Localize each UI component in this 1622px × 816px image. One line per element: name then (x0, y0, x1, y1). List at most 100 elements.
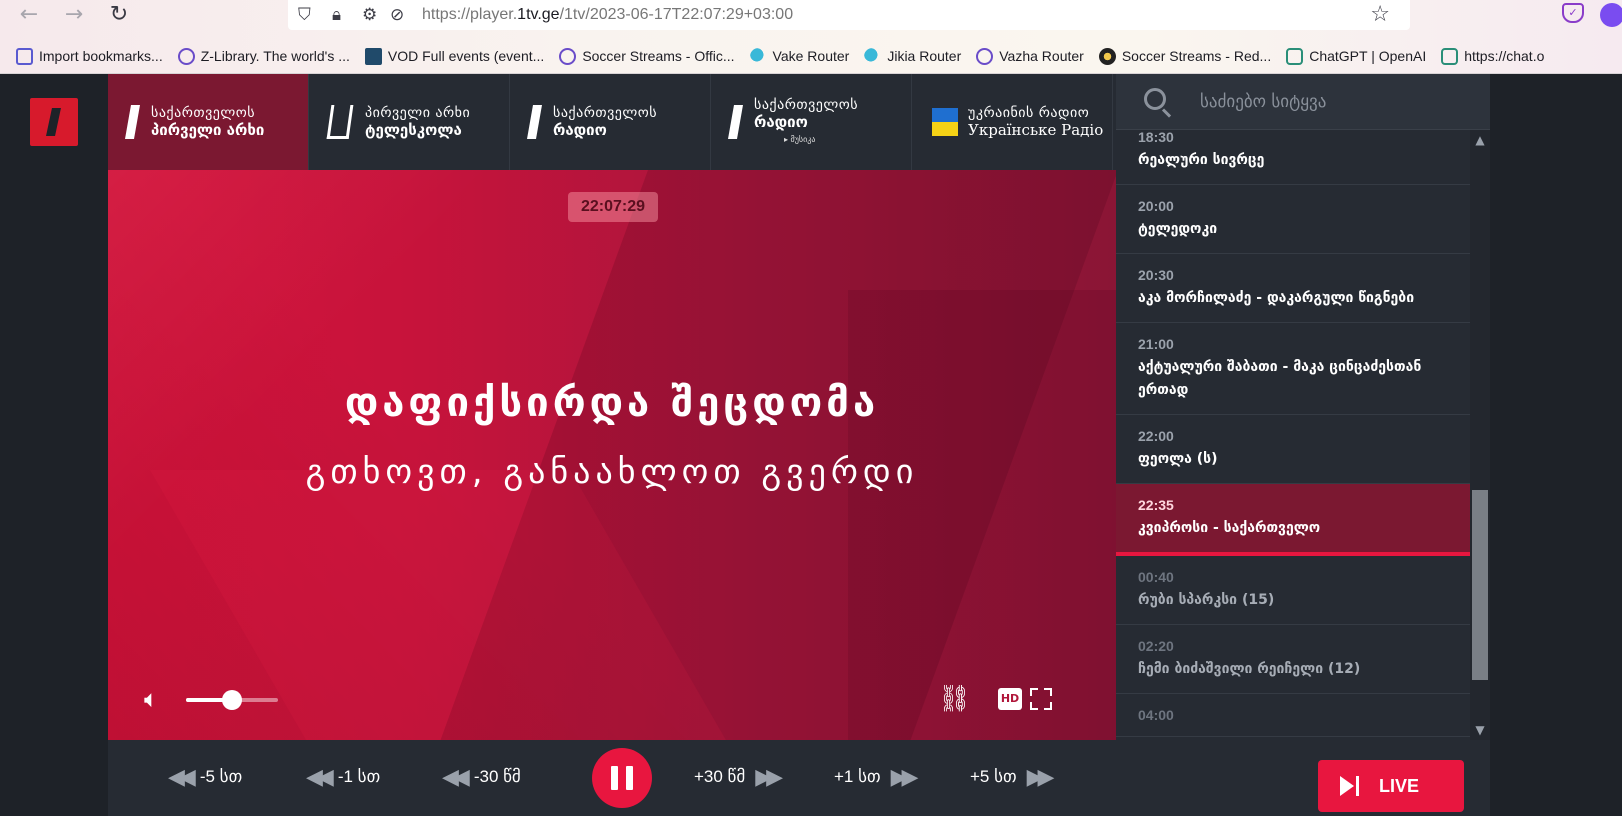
channel-tab-4[interactable]: უკრაინის რადიო Українське Радіо (912, 74, 1113, 170)
browser-toolbar: ← → ↻ ⛉ 🔒︎ ⚙︎ ⊘ https://player.1tv.ge/1t… (0, 0, 1622, 74)
program-item[interactable]: 22:00 ფეოლა (ს) (1116, 415, 1470, 484)
channel-tab-2[interactable]: საქართველოს რადიო (510, 74, 711, 170)
fast-forward-icon: ▶▶ (890, 764, 919, 789)
program-time: 22:00 (1138, 428, 1174, 444)
volume-icon[interactable]: 🔈︎ (144, 686, 170, 712)
channel-name-line1: საქართველოს (553, 105, 658, 121)
program-item[interactable]: 22:35 კვიპროსი - საქართველო (1116, 484, 1470, 556)
seek-back-1h-button[interactable]: ◀◀ -1 სთ (306, 760, 380, 794)
pause-button[interactable] (592, 748, 652, 808)
channel-name-line1: უკრაინის რადიო (968, 105, 1090, 121)
channel-logo-icon (527, 105, 542, 139)
error-title: დაფიქსირდა შეცდომა (344, 380, 880, 426)
forward-button[interactable]: → (61, 2, 87, 28)
channel-name-line2: ტელესკოლა (365, 121, 462, 139)
program-title: აკა მორჩილაძე - დაკარგული წიგნები (1138, 290, 1415, 306)
url-prefix: https://player. (422, 6, 518, 23)
scroll-thumb[interactable] (1472, 490, 1488, 680)
search-icon[interactable] (1142, 86, 1174, 118)
bookmark-item[interactable]: https://chat.o (1441, 47, 1545, 65)
program-time: 04:00 (1138, 707, 1174, 723)
channel-logo-icon (728, 105, 743, 139)
url-host: 1tv.ge (517, 6, 560, 23)
bookmark-item[interactable]: Import bookmarks... (16, 47, 163, 65)
url-text[interactable]: https://player.1tv.ge/1tv/2023-06-17T22:… (422, 4, 793, 26)
live-button[interactable]: LIVE (1318, 760, 1464, 812)
program-item[interactable]: 00:40 რუბი სპარკსი (15) (1116, 556, 1470, 625)
router-icon (749, 47, 767, 65)
globe-icon (976, 47, 994, 65)
shield-icon[interactable]: ⛉ (298, 4, 311, 26)
seek-label: +30 წმ (694, 767, 746, 786)
stream-clock: 22:07:29 (568, 192, 658, 222)
channel-name: უკრაინის რადიო Українське Радіо (968, 105, 1103, 139)
program-title: ტელედოკი (1138, 221, 1218, 237)
first-channel-logo[interactable] (30, 98, 78, 146)
schedule-scrollbar[interactable]: ▲ ▼ (1470, 130, 1490, 740)
seek-label: -1 სთ (337, 767, 381, 786)
bookmark-item[interactable]: Vazha Router (976, 47, 1084, 65)
permissions-icon[interactable]: ⚙︎ (362, 4, 377, 26)
ball-icon (1098, 47, 1116, 65)
back-button[interactable]: ← (16, 2, 42, 28)
scroll-down-icon[interactable]: ▼ (1470, 720, 1490, 740)
bookmark-label: https://chat.o (1464, 48, 1545, 64)
bookmark-item[interactable]: Soccer Streams - Offic... (559, 47, 735, 65)
program-time: 22:35 (1138, 497, 1174, 513)
program-item[interactable]: 04:00 (1116, 694, 1470, 737)
lock-icon[interactable]: 🔒︎ (332, 4, 341, 26)
profile-icon[interactable] (1600, 3, 1622, 27)
channel-logo-icon (125, 105, 140, 139)
bookmark-item[interactable]: Jikia Router (864, 47, 961, 65)
pocket-icon[interactable]: ✓ (1562, 3, 1584, 23)
program-item[interactable]: 20:30 აკა მორჩილაძე - დაკარგული წიგნები (1116, 254, 1470, 323)
bookmark-item[interactable]: ChatGPT | OpenAI (1286, 47, 1427, 65)
bookmark-label: ChatGPT | OpenAI (1309, 48, 1427, 64)
chatgpt-icon (1441, 47, 1459, 65)
program-title: აქტუალური შაბათი - მაკა ცინცაძესთან ერთა… (1138, 359, 1422, 398)
seek-fwd-30s-button[interactable]: +30 წმ ▶▶ (694, 760, 783, 794)
seek-back-30s-button[interactable]: ◀◀ -30 წმ (442, 760, 521, 794)
rewind-icon: ◀◀ (168, 764, 196, 789)
seek-back-5h-button[interactable]: ◀◀ -5 სთ (168, 760, 242, 794)
video-player[interactable]: 22:07:29 დაფიქსირდა შეცდომა გთხოვთ, განა… (108, 170, 1116, 740)
seek-fwd-5h-button[interactable]: +5 სთ ▶▶ (970, 760, 1054, 794)
seek-fwd-1h-button[interactable]: +1 სთ ▶▶ (834, 760, 919, 794)
program-item[interactable]: 18:30 რეალური სივრცე (1116, 130, 1470, 185)
bookmark-item[interactable]: Z-Library. The world's ... (177, 47, 350, 65)
bookmark-item[interactable]: Soccer Streams - Red... (1098, 47, 1271, 65)
book-logo-icon (326, 105, 354, 139)
scroll-up-icon[interactable]: ▲ (1470, 130, 1490, 150)
program-item[interactable]: 21:00 აქტუალური შაბათი - მაკა ცინცაძესთან… (1116, 323, 1470, 415)
bookmarks-toolbar: Import bookmarks... Z-Library. The world'… (0, 42, 1622, 70)
program-item[interactable]: 20:00 ტელედოკი (1116, 185, 1470, 254)
bookmark-star-icon[interactable]: ☆ (1370, 2, 1390, 27)
bookmark-label: Vake Router (772, 48, 850, 64)
channel-tab-0[interactable]: საქართველოს პირველი არხი (108, 74, 309, 170)
channel-tab-1[interactable]: პირველი არხი ტელესკოლა (309, 74, 510, 170)
router-icon (864, 47, 882, 65)
program-time: 20:30 (1138, 267, 1174, 283)
hd-quality-icon[interactable]: HD (998, 688, 1022, 710)
seek-label: +5 სთ (970, 767, 1017, 786)
rewind-icon: ◀◀ (306, 764, 334, 789)
volume-knob[interactable] (222, 690, 242, 710)
bookmark-item[interactable]: Vake Router (749, 47, 850, 65)
background-shape (848, 290, 1116, 740)
program-title: ფეოლა (ს) (1138, 451, 1218, 467)
left-rail (0, 74, 108, 816)
fullscreen-icon[interactable] (1026, 684, 1056, 714)
error-subtitle: გთხოვთ, განაახლოთ გვერდი (305, 452, 919, 492)
search-input[interactable] (1200, 86, 1470, 118)
share-link-icon[interactable]: ⛓︎ (938, 684, 971, 714)
bookmark-item[interactable]: VOD Full events (event... (364, 47, 544, 65)
url-path: /1tv/2023-06-17T22:07:29+03:00 (559, 6, 794, 23)
program-item[interactable]: 02:20 ჩემი ბიძაშვილი რეიჩელი (12) (1116, 625, 1470, 694)
reload-button[interactable]: ↻ (106, 2, 132, 28)
globe-icon (177, 47, 195, 65)
channel-tab-3[interactable]: საქართველოს რადიო ▸ მუსიკა (711, 74, 912, 170)
tracking-protection-icon[interactable]: ⊘ (390, 4, 404, 26)
address-bar[interactable]: ⛉ 🔒︎ ⚙︎ ⊘ https://player.1tv.ge/1tv/2023… (288, 0, 1410, 30)
volume-slider[interactable] (186, 690, 278, 710)
bookmark-label: Soccer Streams - Offic... (582, 48, 735, 64)
